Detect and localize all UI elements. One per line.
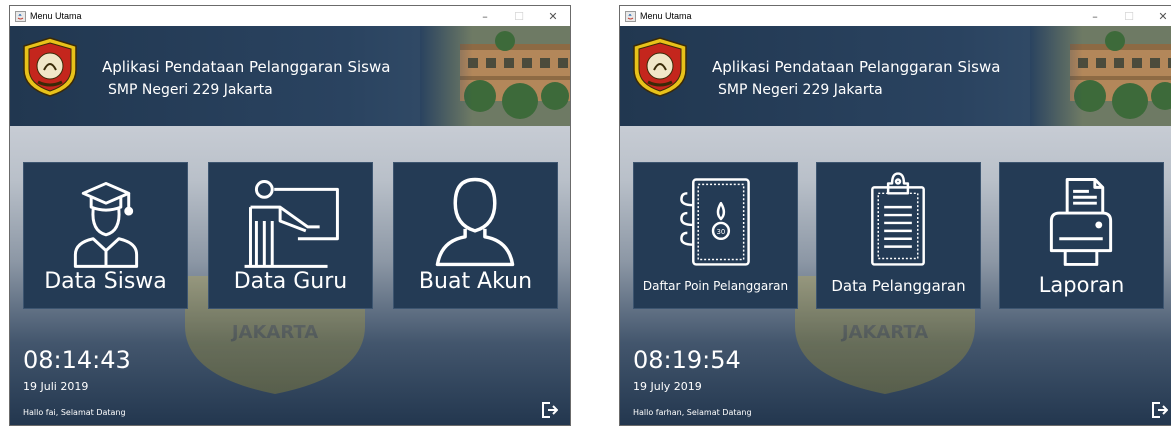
close-button[interactable]: ✕	[1146, 6, 1171, 26]
user-account-icon	[435, 177, 515, 267]
printer-icon	[1049, 178, 1113, 266]
notebook-points-icon: 30	[680, 178, 750, 266]
logout-icon[interactable]	[540, 401, 558, 419]
school-name: SMP Negeri 229 Jakarta	[108, 82, 273, 98]
menu-utama-window-2: Menu Utama – ☐ ✕ Aplikasi Pendataan Pela…	[619, 5, 1171, 426]
window-title: Menu Utama	[640, 11, 692, 21]
student-graduate-icon	[73, 181, 139, 268]
tile-label: Data Siswa	[44, 269, 167, 294]
school-building-photo	[420, 26, 570, 126]
app-name: Aplikasi Pendataan Pelanggaran Siswa	[712, 58, 1001, 76]
date-label: 19 Juli 2019	[23, 380, 89, 393]
java-app-icon	[14, 10, 26, 22]
date-label: 19 July 2019	[633, 380, 702, 393]
tile-label: Laporan	[1038, 273, 1125, 297]
app-header: Aplikasi Pendataan Pelanggaran Siswa SMP…	[620, 26, 1171, 126]
data-pelanggaran-button[interactable]: Data Pelanggaran	[816, 162, 981, 309]
teacher-board-icon	[244, 179, 339, 268]
greeting-label: Hallo farhan, Selamat Datang	[633, 408, 752, 417]
buat-akun-button[interactable]: Buat Akun	[393, 162, 558, 309]
title-bar: Menu Utama – ☐ ✕	[620, 6, 1171, 26]
school-logo-icon	[23, 37, 77, 97]
tile-label: Daftar Poin Pelanggaran	[642, 279, 789, 293]
clipboard-list-icon	[871, 172, 925, 266]
clock: 08:14:43	[23, 346, 131, 374]
title-bar: Menu Utama – ☐ ✕	[10, 6, 570, 26]
app-header: Aplikasi Pendataan Pelanggaran Siswa SMP…	[10, 26, 570, 126]
tile-label: Buat Akun	[418, 269, 533, 294]
daftar-poin-pelanggaran-button[interactable]: 30 Daftar Poin Pelanggaran	[633, 162, 798, 309]
school-logo-icon	[633, 37, 687, 97]
maximize-button[interactable]: ☐	[1112, 6, 1146, 26]
java-app-icon	[624, 10, 636, 22]
main-content: JAKARTA 30 Daftar Poin Pelanggaran Data …	[620, 126, 1171, 425]
close-button[interactable]: ✕	[536, 6, 570, 26]
logout-icon[interactable]	[1150, 401, 1168, 419]
data-siswa-button[interactable]: Data Siswa	[23, 162, 188, 309]
school-name: SMP Negeri 229 Jakarta	[718, 82, 883, 98]
menu-utama-window-1: Menu Utama – ☐ ✕ Aplikasi Pendataan Pela…	[9, 5, 571, 426]
clock: 08:19:54	[633, 346, 741, 374]
minimize-button[interactable]: –	[1078, 6, 1112, 26]
watermark-text: JAKARTA	[230, 322, 318, 343]
app-name: Aplikasi Pendataan Pelanggaran Siswa	[102, 58, 391, 76]
main-content: JAKARTA Data Siswa Data Guru Buat Akun 0…	[10, 126, 570, 425]
watermark-text: JAKARTA	[840, 322, 928, 343]
maximize-button[interactable]: ☐	[502, 6, 536, 26]
laporan-button[interactable]: Laporan	[999, 162, 1164, 309]
minimize-button[interactable]: –	[468, 6, 502, 26]
tile-label: Data Pelanggaran	[831, 277, 966, 295]
greeting-label: Hallo fai, Selamat Datang	[23, 408, 126, 417]
window-title: Menu Utama	[30, 11, 82, 21]
data-guru-button[interactable]: Data Guru	[208, 162, 373, 309]
svg-text:30: 30	[717, 228, 726, 236]
tile-label: Data Guru	[233, 269, 348, 294]
school-building-photo	[1030, 26, 1171, 126]
